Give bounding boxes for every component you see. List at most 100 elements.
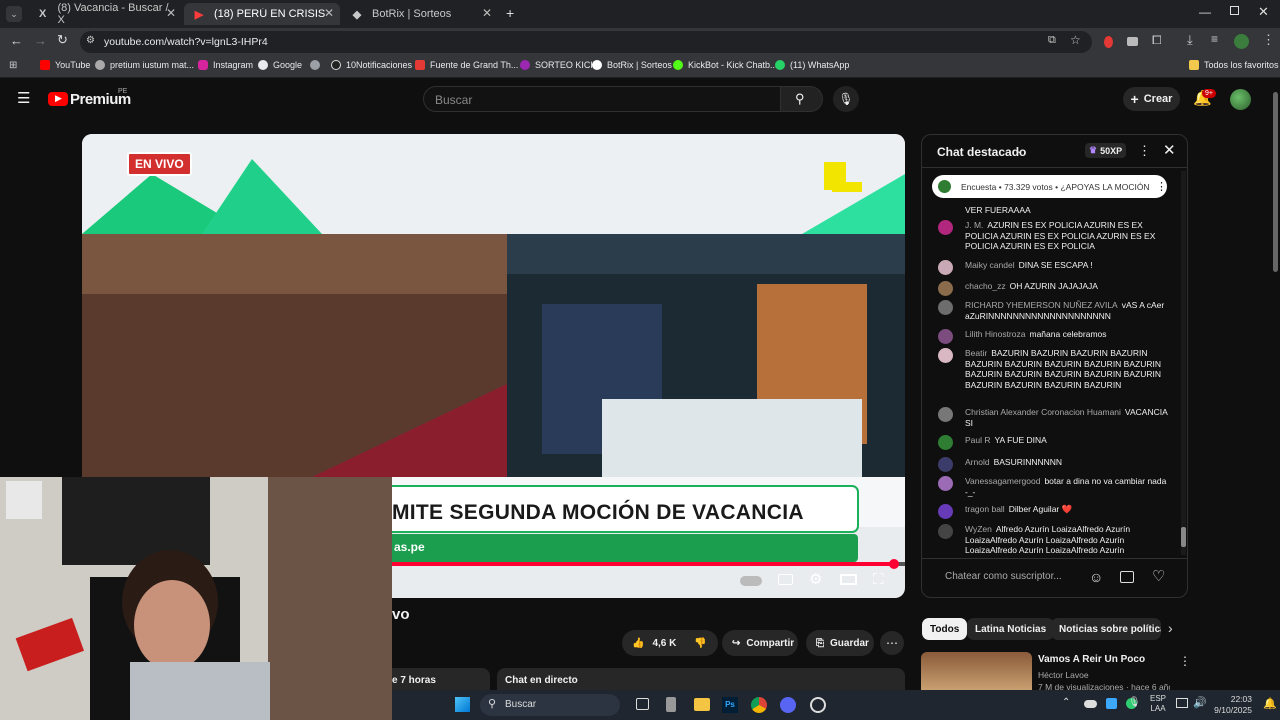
close-icon[interactable]: ✕ [482, 6, 492, 20]
back-icon[interactable]: ← [10, 33, 23, 48]
language-indicator[interactable]: ESP LAA [1150, 694, 1166, 714]
recommendation-menu-icon[interactable]: ⋮ [1179, 654, 1191, 668]
super-chat-icon[interactable] [1120, 571, 1134, 583]
hamburger-menu-icon[interactable]: ☰ [17, 89, 30, 107]
theater-mode-icon[interactable] [840, 574, 857, 585]
avatar[interactable] [938, 476, 953, 491]
poll-banner[interactable]: Encuesta • 73.329 votos • ¿APOYAS LA MOC… [932, 175, 1167, 198]
close-icon[interactable]: ✕ [166, 6, 176, 20]
new-tab-icon[interactable]: + [506, 5, 514, 21]
bookmark-kickbot[interactable]: KickBot - Kick Chatb... [673, 60, 778, 70]
chat-menu-icon[interactable]: ⋮ [1138, 143, 1151, 159]
tab-youtube[interactable]: ▶ (18) PERÚ EN CRISIS: FUERZA P ✕ [184, 3, 340, 25]
star-icon[interactable]: ☆ [1070, 33, 1081, 47]
chat-input[interactable]: Chatear como suscriptor... [934, 566, 1084, 588]
forward-icon[interactable]: → [34, 33, 47, 48]
xp-badge[interactable]: ♛ 50XP [1085, 143, 1127, 158]
bookmark-google[interactable]: Google [258, 60, 302, 70]
windows-start-icon[interactable] [455, 697, 470, 712]
restore-icon[interactable] [1230, 6, 1239, 15]
app-icon[interactable] [666, 697, 676, 712]
tray-app-icon[interactable] [1106, 698, 1117, 709]
save-button[interactable]: ⎘ Guardar [806, 630, 874, 656]
clock[interactable]: 22:03 9/10/2025 [1210, 694, 1252, 716]
url-field[interactable]: ⚙ youtube.com/watch?v=lgnL3-IHPr4 ⧉ ☆ [80, 31, 1092, 53]
bookmark-globe[interactable] [310, 60, 325, 70]
volume-icon[interactable]: 🔊 [1193, 696, 1207, 709]
bookmark-10notificaciones[interactable]: 10Notificaciones [331, 60, 412, 70]
taskbar-search[interactable]: ⚲ Buscar [480, 694, 620, 716]
tab-x[interactable]: X (8) Vacancia - Buscar / X ✕ [28, 2, 182, 26]
tab-botrix[interactable]: ◆ BotRix | Sorteos ✕ [342, 3, 498, 25]
close-icon[interactable]: ✕ [324, 6, 334, 20]
avatar[interactable] [938, 407, 953, 422]
minimize-icon[interactable]: — [1199, 5, 1211, 19]
avatar[interactable] [938, 457, 953, 472]
chat-scrollbar-thumb[interactable] [1181, 527, 1186, 547]
share-button[interactable]: ↪ Compartir [722, 630, 798, 656]
apps-icon[interactable]: ⊞ [9, 60, 17, 71]
tab-search-icon[interactable]: ⌄ [6, 6, 22, 22]
account-avatar[interactable] [1230, 89, 1251, 110]
bookmark-botrix[interactable]: BotRix | Sorteos [592, 60, 672, 70]
task-view-icon[interactable] [636, 698, 649, 710]
avatar[interactable] [938, 348, 953, 363]
avatar[interactable] [938, 329, 953, 344]
mic-icon[interactable]: 🎙 [833, 86, 859, 112]
subtitles-icon[interactable] [778, 574, 793, 585]
autoplay-toggle[interactable] [740, 576, 762, 586]
avatar[interactable] [938, 300, 953, 315]
monitor-icon[interactable] [1176, 698, 1188, 708]
discord-icon[interactable] [780, 697, 796, 713]
thumbs-down-icon[interactable]: 👎 [694, 638, 706, 649]
tray-mic-icon[interactable]: 🎙 [1128, 697, 1141, 708]
recommendation-title[interactable]: Vamos A Reir Un Poco [1038, 654, 1145, 665]
menu-icon[interactable]: ⋮ [1262, 32, 1275, 48]
close-window-icon[interactable]: ✕ [1258, 4, 1269, 20]
bookmark-fuente[interactable]: Fuente de Grand Th... [415, 60, 518, 70]
like-button[interactable]: 👍 4,6 K 👎 [622, 630, 718, 656]
extension-red-icon[interactable] [1104, 36, 1113, 48]
site-info-icon[interactable]: ⚙ [86, 35, 95, 46]
poll-menu-icon[interactable]: ⋮ [1156, 180, 1167, 193]
avatar[interactable] [938, 504, 953, 519]
extension-icon[interactable] [1127, 37, 1138, 46]
heart-icon[interactable]: ♡ [1152, 567, 1165, 585]
chevron-right-icon[interactable]: › [1168, 620, 1173, 636]
all-favorites[interactable]: Todos los favoritos [1189, 60, 1279, 70]
chip-all[interactable]: Todos [922, 618, 968, 640]
bookmark-youtube[interactable]: YouTube [40, 60, 90, 70]
reload-icon[interactable]: ↻ [57, 32, 68, 48]
recommendation-channel[interactable]: Héctor Lavoe [1038, 670, 1089, 680]
reading-list-icon[interactable]: ≡ [1211, 32, 1218, 46]
tray-chevron-icon[interactable]: ⌃ [1062, 697, 1070, 708]
settings-gear-icon[interactable]: ⚙ [809, 570, 822, 588]
chat-scrollbar[interactable] [1181, 171, 1186, 555]
avatar[interactable] [938, 524, 953, 539]
avatar[interactable] [938, 281, 953, 296]
puzzle-icon[interactable]: ⧠ [1152, 33, 1162, 48]
bookmark-sorteo-kick[interactable]: SORTEO KICK [520, 60, 596, 70]
avatar[interactable] [938, 435, 953, 450]
search-input[interactable]: Buscar [423, 86, 781, 112]
file-explorer-icon[interactable] [694, 698, 710, 711]
bookmark-whatsapp[interactable]: (11) WhatsApp [775, 60, 849, 70]
chrome-icon[interactable] [751, 697, 767, 713]
close-chat-icon[interactable]: ✕ [1163, 141, 1176, 159]
chip-politics-news[interactable]: Noticias sobre política [1051, 618, 1161, 640]
search-button[interactable]: ⚲ [781, 86, 823, 112]
install-icon[interactable]: ⧉ [1048, 34, 1056, 47]
recommendation-thumbnail[interactable] [921, 652, 1032, 690]
chat-mode-dropdown[interactable]: Chat destacado [937, 145, 1026, 159]
photoshop-icon[interactable]: Ps [722, 697, 738, 713]
chevron-down-icon[interactable]: ⌄ [1015, 145, 1023, 156]
create-button[interactable]: + Crear [1123, 87, 1180, 111]
download-icon[interactable]: ⤓ [1187, 32, 1193, 48]
obs-icon[interactable] [810, 697, 826, 713]
page-scrollbar-thumb[interactable] [1273, 92, 1278, 272]
avatar[interactable] [938, 260, 953, 275]
profile-avatar[interactable] [1234, 34, 1249, 49]
fullscreen-icon[interactable]: ⛶ [873, 571, 884, 588]
bookmark-instagram[interactable]: Instagram [198, 60, 253, 70]
bookmark-pretium[interactable]: pretium iustum mat... [95, 60, 194, 70]
